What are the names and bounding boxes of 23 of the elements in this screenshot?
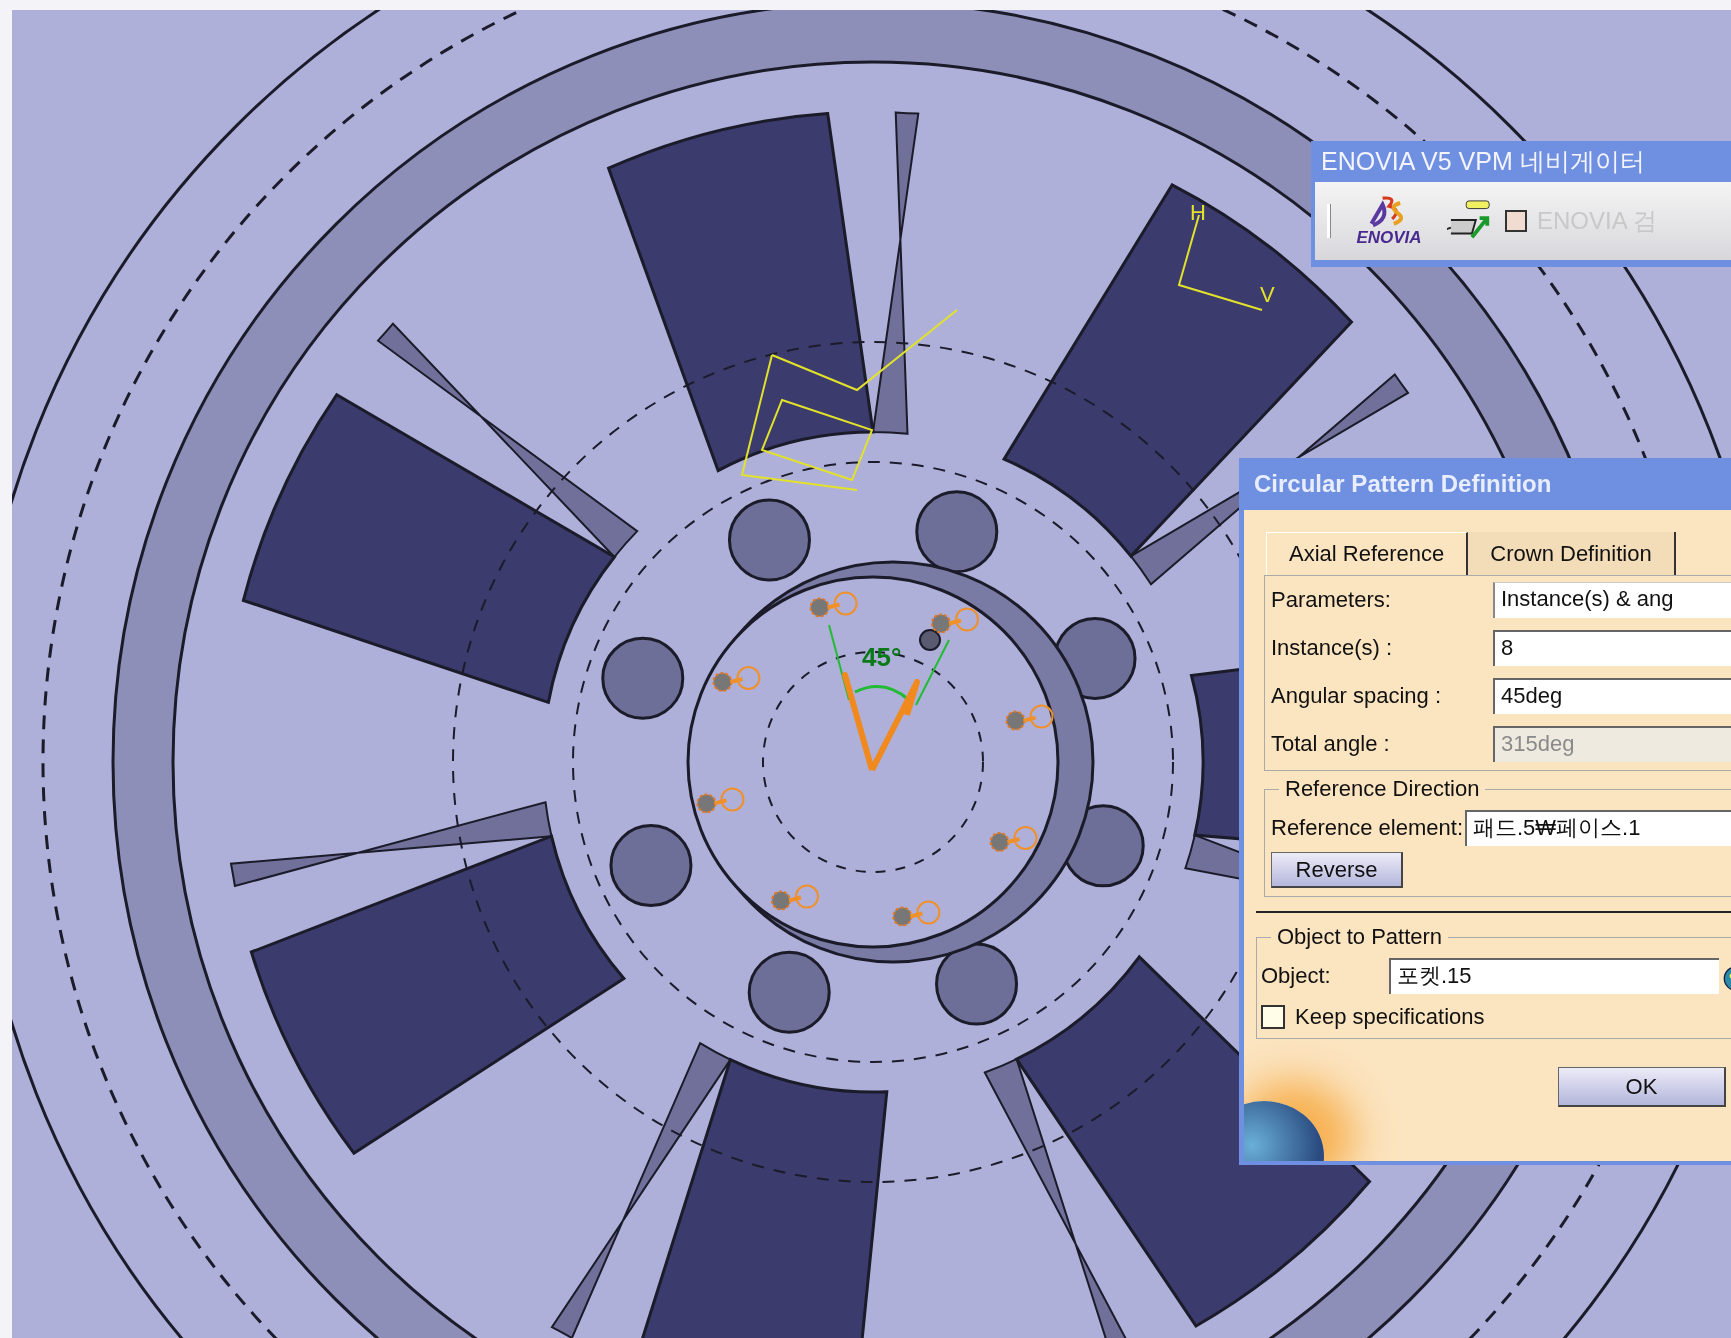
- reverse-button[interactable]: Reverse: [1271, 852, 1403, 888]
- input-field[interactable]: 패드.5₩페이스.1: [1465, 810, 1731, 846]
- input-field[interactable]: 45deg: [1493, 678, 1731, 714]
- input-field[interactable]: Instance(s) & ang: [1493, 582, 1731, 618]
- ok-button[interactable]: OK: [1558, 1067, 1726, 1107]
- logo-text: ENOVIA: [1356, 228, 1422, 248]
- input-field[interactable]: 포켓.15: [1389, 958, 1719, 994]
- field-label: Reference element:: [1271, 815, 1463, 841]
- checkbox-label: Keep specifications: [1295, 1004, 1485, 1030]
- field-label: Instance(s) :: [1271, 635, 1394, 661]
- input-field[interactable]: 8: [1493, 630, 1731, 666]
- dialog-title: Circular Pattern Definition: [1253, 469, 1553, 499]
- field-label: Parameters:: [1271, 587, 1392, 613]
- axis-label: V: [1260, 282, 1275, 307]
- field-label: Angular spacing :: [1271, 683, 1442, 709]
- tab[interactable]: Crown Definition: [1468, 532, 1676, 575]
- axis-label: H: [1190, 200, 1206, 225]
- tab[interactable]: Axial Reference: [1266, 532, 1469, 575]
- angle-label: 45°: [862, 642, 902, 672]
- window-title: ENOVIA V5 VPM 네비게이터: [1320, 146, 1646, 177]
- field-label: Object:: [1261, 963, 1332, 989]
- checkbox[interactable]: [1261, 1005, 1285, 1029]
- field-label: Total angle :: [1271, 731, 1391, 757]
